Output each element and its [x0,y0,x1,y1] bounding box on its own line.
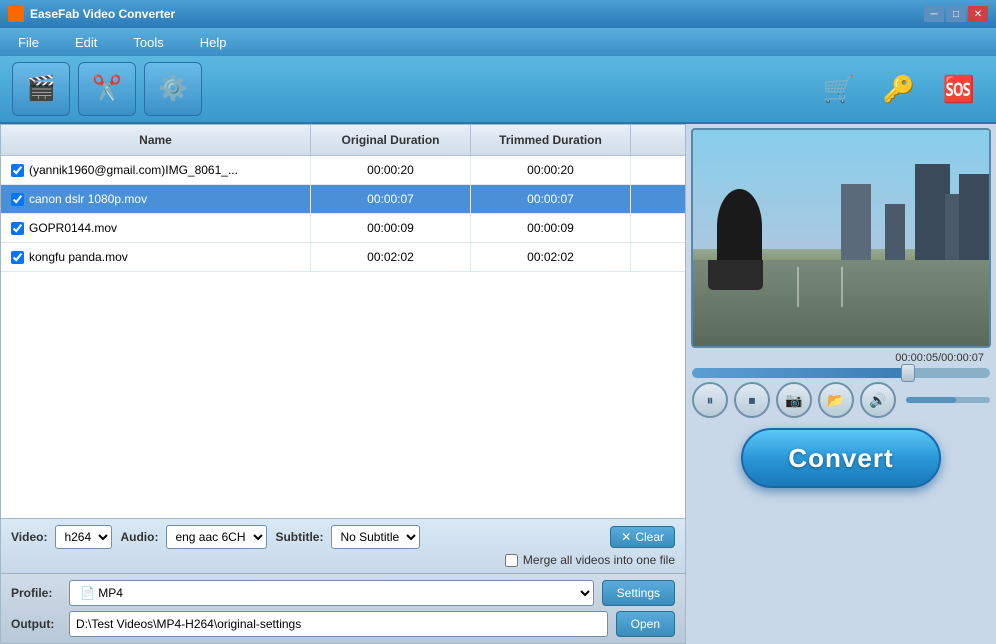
output-label: Output: [11,617,61,631]
file-name-cell: canon dslr 1080p.mov [1,185,311,213]
pause-button[interactable]: ⏸ [692,382,728,418]
progress-bar[interactable] [692,368,990,378]
video-select[interactable]: h264 [55,525,112,549]
convert-button[interactable]: Convert [741,428,941,488]
file-list-header: Name Original Duration Trimmed Duration [1,125,685,156]
settings-toolbar-button[interactable]: ⚙️ [144,62,202,116]
app-title: EaseFab Video Converter [30,7,175,21]
table-row[interactable]: (yannik1960@gmail.com)IMG_8061_... 00:00… [1,156,685,185]
col-trimmed-duration: Trimmed Duration [471,125,631,155]
audio-select[interactable]: eng aac 6CH [166,525,267,549]
add-video-icon: 🎬 [26,74,56,103]
file-orig-dur-4: 00:02:02 [311,243,471,271]
minimize-button[interactable]: ─ [924,6,944,22]
shop-button[interactable]: 🛒 [814,64,864,114]
convert-section: Convert [692,428,990,488]
edit-video-button[interactable]: ✂️ [78,62,136,116]
audio-label: Audio: [120,530,158,544]
file-checkbox-3[interactable] [11,222,24,235]
file-name-2: canon dslr 1080p.mov [29,192,147,206]
left-panel: Name Original Duration Trimmed Duration … [0,124,686,644]
menu-tools[interactable]: Tools [125,31,171,54]
file-trim-dur-1: 00:00:20 [471,156,631,184]
file-list-body: (yannik1960@gmail.com)IMG_8061_... 00:00… [1,156,685,337]
playback-controls: ⏸ ⏹ 📷 📂 🔊 [692,382,990,418]
file-name-cell: kongfu panda.mov [1,243,311,271]
file-name-3: GOPR0144.mov [29,221,117,235]
menu-edit[interactable]: Edit [67,31,105,54]
subtitle-select[interactable]: No Subtitle [331,525,420,549]
col-name: Name [1,125,311,155]
help-button[interactable]: 🆘 [934,64,984,114]
file-orig-dur-2: 00:00:07 [311,185,471,213]
volume-fill [906,397,956,403]
key-button[interactable]: 🔑 [874,64,924,114]
file-orig-dur-1: 00:00:20 [311,156,471,184]
open-button[interactable]: Open [616,611,675,637]
file-name-4: kongfu panda.mov [29,250,128,264]
folder-button[interactable]: 📂 [818,382,854,418]
app-icon [8,6,24,22]
menu-file[interactable]: File [10,31,47,54]
file-orig-dur-3: 00:00:09 [311,214,471,242]
file-checkbox-2[interactable] [11,193,24,206]
stop-button[interactable]: ⏹ [734,382,770,418]
edit-video-icon: ✂️ [92,74,122,103]
menu-help[interactable]: Help [192,31,235,54]
file-checkbox-1[interactable] [11,164,24,177]
close-button[interactable]: ✕ [968,6,988,22]
profile-output-section: Profile: 📄 MP4 Settings Output: Open [1,573,685,643]
profile-label: Profile: [11,586,61,600]
title-bar: EaseFab Video Converter ─ □ ✕ [0,0,996,28]
clear-icon: ✕ [621,530,631,544]
menu-bar: File Edit Tools Help [0,28,996,56]
toolbar-right: 🛒 🔑 🆘 [814,64,984,114]
right-panel: 00:00:05/00:00:07 ⏸ ⏹ 📷 📂 🔊 Convert [686,124,996,644]
snapshot-button[interactable]: 📷 [776,382,812,418]
output-row: Output: Open [11,611,675,637]
maximize-button[interactable]: □ [946,6,966,22]
table-row[interactable]: GOPR0144.mov 00:00:09 00:00:09 [1,214,685,243]
output-path-input[interactable] [69,611,608,637]
progress-fill [692,368,907,378]
profile-select[interactable]: 📄 MP4 [69,580,594,606]
file-trim-dur-2: 00:00:07 [471,185,631,213]
file-name-cell: (yannik1960@gmail.com)IMG_8061_... [1,156,311,184]
toolbar: 🎬 ✂️ ⚙️ 🛒 🔑 🆘 [0,56,996,124]
settings-icon: ⚙️ [158,74,188,103]
profile-row: Profile: 📄 MP4 Settings [11,580,675,606]
volume-button[interactable]: 🔊 [860,382,896,418]
col-original-duration: Original Duration [311,125,471,155]
table-row[interactable]: canon dslr 1080p.mov 00:00:07 00:00:07 [1,185,685,214]
progress-thumb[interactable] [901,364,915,382]
video-label: Video: [11,530,47,544]
volume-slider[interactable] [906,397,990,403]
audio-video-row: Video: h264 Audio: eng aac 6CH Subtitle:… [11,525,675,549]
table-row[interactable]: kongfu panda.mov 00:02:02 00:02:02 [1,243,685,272]
clear-button[interactable]: ✕ Clear [610,526,675,548]
main-content: Name Original Duration Trimmed Duration … [0,124,996,644]
file-name-1: (yannik1960@gmail.com)IMG_8061_... [29,163,238,177]
media-controls: Video: h264 Audio: eng aac 6CH Subtitle:… [1,518,685,573]
time-display: 00:00:05/00:00:07 [694,352,992,364]
file-trim-dur-4: 00:02:02 [471,243,631,271]
merge-label: Merge all videos into one file [523,553,675,567]
clear-label: Clear [635,530,664,544]
merge-checkbox[interactable] [505,554,518,567]
merge-row: Merge all videos into one file [11,553,675,567]
video-scene [693,130,989,346]
file-trim-dur-3: 00:00:09 [471,214,631,242]
settings-button[interactable]: Settings [602,580,675,606]
window-controls: ─ □ ✕ [924,6,988,22]
file-checkbox-4[interactable] [11,251,24,264]
video-preview [691,128,991,348]
add-video-button[interactable]: 🎬 [12,62,70,116]
subtitle-label: Subtitle: [275,530,323,544]
file-name-cell: GOPR0144.mov [1,214,311,242]
